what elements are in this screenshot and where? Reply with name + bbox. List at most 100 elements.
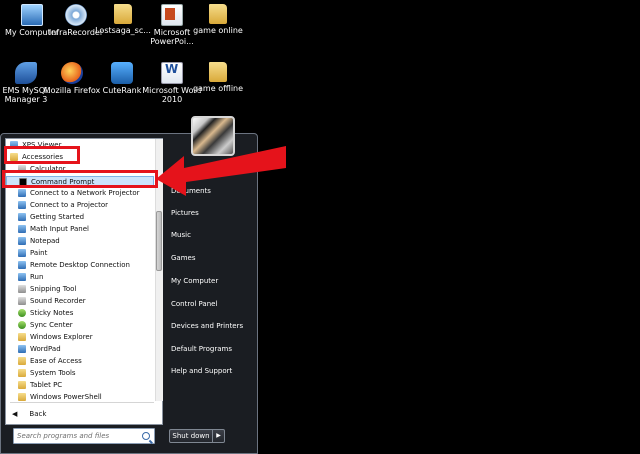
program-label: Getting Started	[30, 213, 85, 221]
program-label: Snipping Tool	[30, 285, 77, 293]
sticky-notes-icon	[18, 309, 26, 317]
program-item-sound-recorder[interactable]: Sound Recorder	[18, 296, 86, 307]
program-item-network-projector[interactable]: Connect to a Network Projector	[18, 188, 140, 199]
program-label: Remote Desktop Connection	[30, 261, 130, 269]
annotation-arrow	[156, 146, 286, 196]
program-label: System Tools	[30, 369, 76, 377]
program-item-sticky-notes[interactable]: Sticky Notes	[18, 308, 73, 319]
right-item-label: Devices and Printers	[171, 322, 244, 330]
program-item-paint[interactable]: Paint	[18, 248, 47, 259]
program-label: Sound Recorder	[30, 297, 86, 305]
right-item-label: Default Programs	[171, 345, 232, 353]
cd-icon	[65, 4, 87, 26]
ems-icon	[15, 62, 37, 84]
folder-icon	[209, 4, 227, 24]
program-label: Sync Center	[30, 321, 73, 329]
desktop-icon-label: game online	[193, 26, 243, 35]
search-input[interactable]	[17, 430, 137, 442]
program-item-tablet-pc[interactable]: Tablet PC	[18, 380, 62, 391]
back-label: Back	[29, 410, 47, 418]
program-label: Windows PowerShell	[30, 393, 102, 401]
desktop-icon-game-offline[interactable]: game offline	[186, 62, 250, 118]
powerpoint-icon	[161, 4, 183, 26]
wordpad-icon	[18, 345, 26, 353]
cuterank-icon	[111, 62, 133, 84]
folder-icon	[18, 381, 26, 389]
right-item-label: Games	[171, 254, 196, 262]
program-item-remote-desktop[interactable]: Remote Desktop Connection	[18, 260, 130, 271]
search-box[interactable]	[13, 428, 155, 444]
program-label: Paint	[30, 249, 48, 257]
program-label: Tablet PC	[30, 381, 63, 389]
program-item-sync-center[interactable]: Sync Center	[18, 320, 73, 331]
right-item-pictures[interactable]: Pictures	[171, 206, 257, 220]
program-item-ease-of-access[interactable]: Ease of Access	[18, 356, 82, 367]
screen: My Computer InfraRecorder Lostsaga_sc...…	[0, 0, 640, 454]
folder-icon	[18, 357, 26, 365]
program-label: Windows Explorer	[30, 333, 93, 341]
right-item-label: My Computer	[171, 277, 219, 285]
folder-icon	[18, 393, 26, 401]
divider	[10, 402, 154, 403]
getting-started-icon	[18, 213, 26, 221]
program-item-getting-started[interactable]: Getting Started	[18, 212, 84, 223]
projector-icon	[18, 201, 26, 209]
program-label: Ease of Access	[30, 357, 82, 365]
program-item-run[interactable]: Run	[18, 272, 43, 283]
program-item-projector[interactable]: Connect to a Projector	[18, 200, 108, 211]
program-item-windows-powershell[interactable]: Windows PowerShell	[18, 392, 102, 401]
sync-icon	[18, 321, 26, 329]
folder-icon	[18, 369, 26, 377]
firefox-icon	[61, 62, 83, 84]
explorer-icon	[18, 333, 26, 341]
desktop-icon-game-online[interactable]: game online	[186, 4, 250, 60]
math-input-icon	[18, 225, 26, 233]
run-icon	[18, 273, 26, 281]
program-label: WordPad	[30, 345, 61, 353]
scissors-icon	[18, 285, 26, 293]
right-item-label: Help and Support	[171, 367, 233, 375]
program-item-snipping-tool[interactable]: Snipping Tool	[18, 284, 76, 295]
word-icon	[161, 62, 183, 84]
right-item-default-programs[interactable]: Default Programs	[171, 342, 257, 356]
folder-icon	[114, 4, 132, 24]
arrow-shape	[156, 146, 286, 196]
right-item-label: Music	[171, 231, 191, 239]
right-item-music[interactable]: Music	[171, 228, 257, 242]
program-item-system-tools[interactable]: System Tools	[18, 368, 76, 379]
scrollbar-thumb[interactable]	[156, 211, 162, 271]
right-item-label: Control Panel	[171, 300, 218, 308]
right-item-help-support[interactable]: Help and Support	[171, 364, 257, 378]
program-item-windows-explorer[interactable]: Windows Explorer	[18, 332, 93, 343]
projector-icon	[18, 189, 26, 197]
computer-icon	[21, 4, 43, 26]
notepad-icon	[18, 237, 26, 245]
back-button[interactable]: ◀ Back	[12, 407, 152, 421]
paint-icon	[18, 249, 26, 257]
right-item-label: Pictures	[171, 209, 199, 217]
remote-desktop-icon	[18, 261, 26, 269]
microphone-icon	[18, 297, 26, 305]
annotation-box-command-prompt	[2, 170, 158, 188]
shutdown-button[interactable]: Shut down	[169, 429, 213, 443]
program-label: Notepad	[30, 237, 60, 245]
program-label: Math Input Panel	[30, 225, 89, 233]
annotation-box-accessories	[4, 146, 80, 164]
program-label: Connect to a Network Projector	[30, 189, 140, 197]
program-item-math-input[interactable]: Math Input Panel	[18, 224, 89, 235]
shutdown-label: Shut down	[172, 432, 210, 440]
right-item-control-panel[interactable]: Control Panel	[171, 297, 257, 311]
program-item-wordpad[interactable]: WordPad	[18, 344, 61, 355]
back-arrow-icon: ◀	[12, 410, 18, 418]
right-item-devices-printers[interactable]: Devices and Printers	[171, 319, 257, 333]
right-item-my-computer[interactable]: My Computer	[171, 274, 257, 288]
right-item-games[interactable]: Games	[171, 251, 257, 265]
chevron-right-icon: ▶	[216, 432, 221, 439]
program-label: Connect to a Projector	[30, 201, 109, 209]
folder-icon	[209, 62, 227, 82]
program-item-notepad[interactable]: Notepad	[18, 236, 60, 247]
program-label: Run	[30, 273, 44, 281]
program-label: Sticky Notes	[30, 309, 74, 317]
shutdown-options-button[interactable]: ▶	[213, 429, 225, 443]
search-icon[interactable]	[142, 432, 150, 440]
